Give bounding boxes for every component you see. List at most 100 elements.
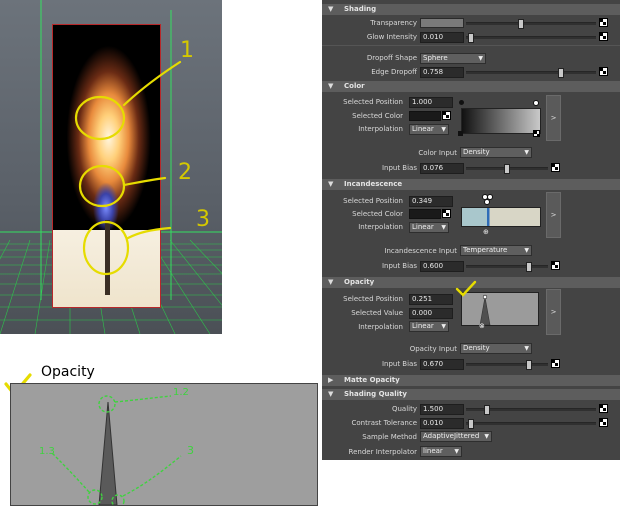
ramp-delete-icon[interactable] [533, 130, 540, 137]
maya-viewport[interactable]: 1 2 3 [0, 0, 222, 334]
chevron-down-icon: ▼ [441, 126, 446, 133]
color-input-bias-slider[interactable] [466, 164, 548, 174]
annotation-number-2: 2 [178, 160, 192, 185]
opacity-selected-position-field[interactable]: 0.251 [409, 294, 453, 305]
chevron-down-icon: ▼ [441, 323, 446, 330]
attribute-editor-panel: ▼ Shading Transparency Glow Intensity 0.… [322, 0, 620, 460]
collapse-arrow-icon: ▼ [328, 82, 334, 90]
dropoff-shape-label: Dropoff Shape [366, 54, 417, 62]
transparency-swatch[interactable] [420, 18, 464, 28]
transparency-label: Transparency [370, 19, 417, 27]
incandescence-interpolation-label: Interpolation [358, 223, 403, 231]
color-ramp[interactable] [461, 108, 541, 134]
incandescence-input-bias-label: Input Bias [381, 262, 417, 270]
section-shading-quality[interactable]: ▼ Shading Quality [322, 389, 620, 400]
opacity-input-bias-slider[interactable] [466, 360, 548, 370]
contrast-tolerance-field[interactable]: 0.010 [420, 418, 464, 429]
color-interpolation-dropdown[interactable]: Linear ▼ [409, 124, 449, 135]
graph-annotation-label: 3 [187, 444, 194, 457]
incandescence-selected-position-label: Selected Position [343, 197, 403, 205]
map-button-icon[interactable] [599, 18, 608, 27]
quality-label: Quality [391, 405, 417, 413]
incandescence-input-bias-field[interactable]: 0.600 [420, 261, 464, 272]
color-input-bias-label: Input Bias [381, 164, 417, 172]
opacity-input-dropdown[interactable]: Density ▼ [460, 343, 532, 354]
chevron-down-icon: ▼ [524, 247, 529, 254]
ramp-cursor-icon: ⊕ [483, 228, 489, 236]
chevron-down-icon: ▼ [454, 448, 459, 455]
color-selected-color-label: Selected Color [352, 112, 403, 120]
incandescence-selected-swatch[interactable] [409, 209, 441, 219]
incandescence-input-label: Incandescence Input [384, 247, 457, 255]
opacity-graph-enlarged: 1.2 1.3 3 [10, 383, 318, 506]
opacity-input-bias-field[interactable]: 0.670 [420, 359, 464, 370]
edge-dropoff-label: Edge Dropoff [371, 68, 417, 76]
incandescence-selected-position-field[interactable]: 0.349 [409, 196, 453, 207]
transparency-slider[interactable] [466, 19, 596, 29]
opacity-input-bias-label: Input Bias [381, 360, 417, 368]
opacity-input-label: Opacity Input [409, 345, 457, 353]
chevron-down-icon: ▼ [478, 55, 483, 62]
contrast-tolerance-label: Contrast Tolerance [351, 419, 417, 427]
opacity-interpolation-dropdown[interactable]: Linear ▼ [409, 321, 449, 332]
color-selected-position-field[interactable]: 1.000 [409, 97, 453, 108]
render-interpolator-label: Render Interpolator [348, 448, 417, 456]
render-interpolator-dropdown[interactable]: linear ▼ [420, 446, 462, 457]
opacity-heading: Opacity [41, 364, 95, 380]
section-incandescence[interactable]: ▼ Incandescence [322, 179, 620, 190]
incandescence-expand-button[interactable]: > [546, 192, 561, 238]
opacity-selected-value-field[interactable]: 0.000 [409, 308, 453, 319]
collapse-arrow-icon: ▼ [328, 278, 334, 286]
map-button-icon[interactable] [551, 163, 560, 172]
graph-annotation-label: 1.3 [39, 446, 55, 457]
map-button-icon[interactable] [599, 67, 608, 76]
opacity-selected-value-label: Selected Value [351, 309, 403, 317]
annotation-number-3: 3 [196, 207, 210, 232]
section-matte-opacity[interactable]: ▶ Matte Opacity [322, 375, 620, 386]
quality-field[interactable]: 1.500 [420, 404, 464, 415]
expand-arrow-icon: ▶ [328, 376, 334, 384]
incandescence-interpolation-dropdown[interactable]: Linear ▼ [409, 222, 449, 233]
chevron-down-icon: ▼ [524, 345, 529, 352]
color-input-bias-field[interactable]: 0.076 [420, 163, 464, 174]
color-selected-position-label: Selected Position [343, 98, 403, 106]
incandescence-input-dropdown[interactable]: Temperature ▼ [460, 245, 532, 256]
section-shading[interactable]: ▼ Shading [322, 4, 620, 15]
opacity-interpolation-label: Interpolation [358, 323, 403, 331]
map-button-icon[interactable] [442, 111, 451, 120]
color-input-label: Color Input [418, 149, 457, 157]
opacity-graph-curve [50, 395, 182, 505]
section-color[interactable]: ▼ Color [322, 81, 620, 92]
glow-intensity-label: Glow Intensity [366, 33, 417, 41]
map-button-icon[interactable] [599, 404, 608, 413]
map-button-icon[interactable] [442, 209, 451, 218]
ramp-cursor-icon: ⊗ [479, 322, 485, 330]
map-button-icon[interactable] [551, 261, 560, 270]
glow-intensity-field[interactable]: 0.010 [420, 32, 464, 43]
map-button-icon[interactable] [599, 418, 608, 427]
incandescence-input-bias-slider[interactable] [466, 262, 548, 272]
color-selected-swatch[interactable] [409, 111, 441, 121]
ramp-handle-icon[interactable] [459, 100, 464, 105]
graph-annotation-label: 1.2 [173, 387, 189, 398]
ramp-marker-icon[interactable] [458, 131, 463, 136]
opacity-expand-button[interactable]: > [546, 289, 561, 335]
sample-method-dropdown[interactable]: AdaptiveJittered ▼ [420, 431, 492, 442]
ramp-handle-icon[interactable] [484, 199, 490, 205]
glow-intensity-slider[interactable] [466, 33, 596, 43]
collapse-arrow-icon: ▼ [328, 5, 334, 13]
map-button-icon[interactable] [551, 359, 560, 368]
sample-method-label: Sample Method [362, 433, 417, 441]
map-button-icon[interactable] [599, 32, 608, 41]
edge-dropoff-field[interactable]: 0.758 [420, 67, 464, 78]
incandescence-ramp[interactable] [461, 207, 541, 227]
quality-slider[interactable] [466, 405, 596, 415]
contrast-tolerance-slider[interactable] [466, 419, 596, 429]
color-expand-button[interactable]: > [546, 95, 561, 141]
ramp-handle-icon[interactable] [533, 100, 539, 106]
color-input-dropdown[interactable]: Density ▼ [460, 147, 532, 158]
checkmark-annotation-icon [455, 280, 477, 297]
incandescence-selected-color-label: Selected Color [352, 210, 403, 218]
edge-dropoff-slider[interactable] [466, 68, 596, 78]
dropoff-shape-dropdown[interactable]: Sphere ▼ [420, 53, 486, 64]
